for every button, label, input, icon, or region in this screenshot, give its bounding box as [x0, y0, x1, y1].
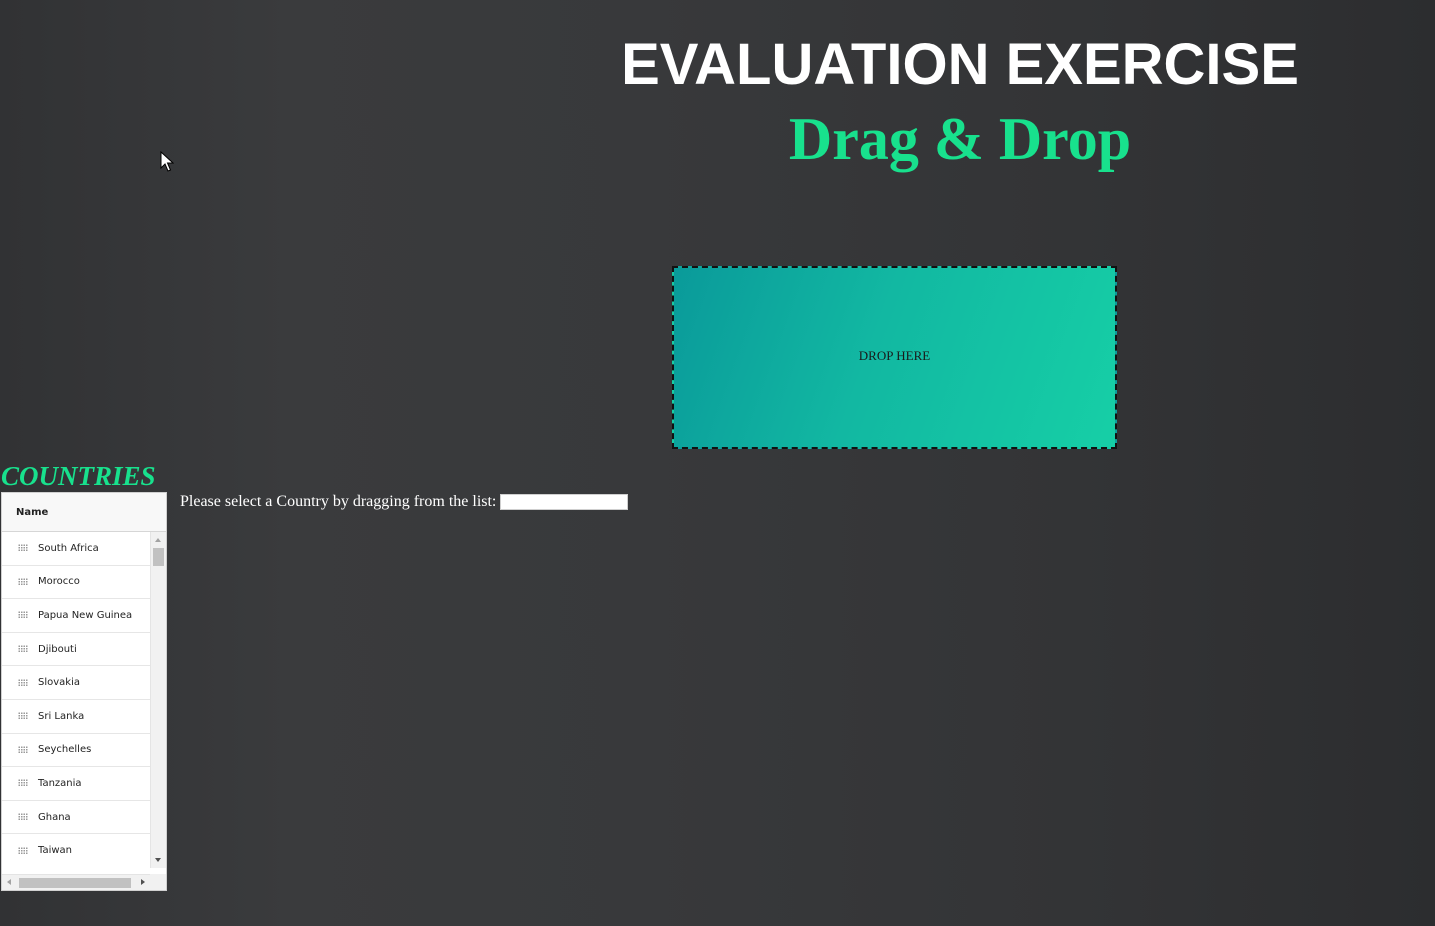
country-name: Taiwan	[38, 845, 73, 857]
drag-handle-icon[interactable]	[18, 712, 28, 721]
country-name: Morocco	[38, 576, 80, 588]
country-name: South Africa	[38, 542, 99, 554]
drag-handle-icon[interactable]	[18, 544, 28, 553]
list-item[interactable]: Djibouti	[2, 633, 150, 667]
drop-zone-label: DROP HERE	[858, 347, 931, 363]
drag-handle-icon[interactable]	[18, 813, 28, 822]
drag-handle-icon[interactable]	[18, 645, 28, 654]
drag-handle-icon[interactable]	[18, 779, 28, 788]
page-title: EVALUATION EXERCISE	[621, 32, 1299, 97]
list-item[interactable]: Slovakia	[2, 666, 150, 700]
list-item[interactable]: South Africa	[2, 532, 150, 566]
horizontal-scrollbar[interactable]	[2, 874, 150, 890]
list-item[interactable]: Morocco	[2, 566, 150, 600]
country-name: Slovakia	[38, 677, 80, 689]
country-prompt: Please select a Country by dragging from…	[180, 492, 629, 512]
drop-zone[interactable]: DROP HERE	[672, 266, 1117, 449]
list-item[interactable]: Papua New Guinea	[2, 599, 150, 633]
column-header-name: Name	[16, 506, 49, 518]
drag-handle-icon[interactable]	[18, 678, 28, 687]
country-name: Djibouti	[38, 643, 77, 655]
mouse-pointer-icon	[160, 151, 174, 172]
scroll-right-icon[interactable]	[141, 879, 145, 885]
country-name: Papua New Guinea	[38, 609, 133, 621]
list-item[interactable]: Taiwan	[2, 834, 150, 867]
country-name: Tanzania	[38, 777, 82, 789]
scroll-up-icon[interactable]	[155, 538, 161, 542]
country-input[interactable]	[500, 494, 629, 510]
drag-handle-icon[interactable]	[18, 577, 28, 586]
countries-heading: COUNTRIES	[1, 461, 156, 491]
page-subtitle: Drag & Drop	[788, 106, 1132, 172]
vertical-scrollbar[interactable]	[150, 532, 166, 868]
grid-column-header[interactable]: Name	[2, 493, 166, 532]
country-name: Sri Lanka	[38, 710, 85, 722]
vertical-scroll-thumb[interactable]	[153, 548, 164, 566]
list-item[interactable]: Seychelles	[2, 734, 150, 768]
scrollbar-corner	[150, 874, 166, 890]
country-name: Ghana	[38, 811, 71, 823]
scroll-left-icon[interactable]	[7, 879, 11, 885]
grid-body: South Africa Morocco Papua New Guinea Dj…	[2, 532, 150, 867]
drag-handle-icon[interactable]	[18, 745, 28, 754]
countries-grid[interactable]: Name South Africa Morocco Papua New Guin…	[1, 492, 167, 891]
list-item[interactable]: Tanzania	[2, 767, 150, 801]
country-name: Seychelles	[38, 744, 92, 756]
scroll-down-icon[interactable]	[155, 858, 161, 862]
list-item[interactable]: Sri Lanka	[2, 700, 150, 734]
drag-handle-icon[interactable]	[18, 611, 28, 620]
drag-handle-icon[interactable]	[18, 846, 28, 855]
list-item[interactable]: Ghana	[2, 801, 150, 835]
prompt-label: Please select a Country by dragging from…	[180, 493, 497, 510]
horizontal-scroll-thumb[interactable]	[19, 878, 131, 888]
